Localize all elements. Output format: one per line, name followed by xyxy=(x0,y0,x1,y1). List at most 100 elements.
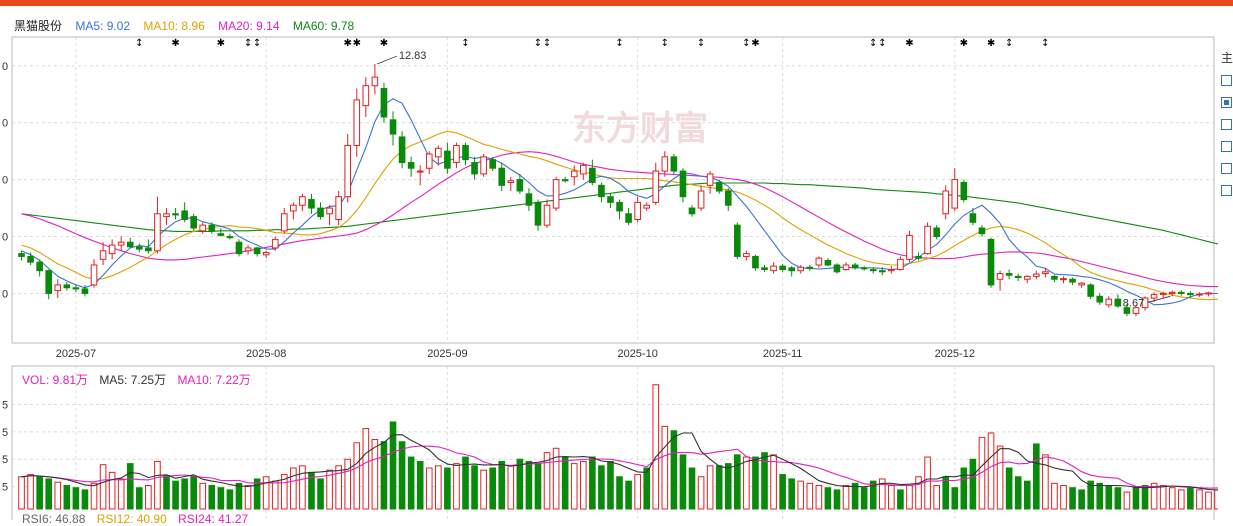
candle-body xyxy=(688,207,696,215)
candle-body xyxy=(190,216,197,229)
volume-bar xyxy=(63,485,71,510)
volume-bar xyxy=(489,467,496,510)
volume-bar xyxy=(561,456,569,510)
volume-bar xyxy=(81,489,89,510)
indicator-checkbox-5[interactable] xyxy=(1221,163,1232,174)
volume-bar xyxy=(299,465,306,510)
volume-bar xyxy=(1214,489,1218,510)
candle-body xyxy=(806,266,814,269)
kline-chart[interactable]: 0 0 0 0 0 5 5 5 5 2025-07 2025-08 2025-09 2025-10 202… xyxy=(0,0,1218,520)
candle-body xyxy=(978,227,986,235)
volume-bar xyxy=(752,456,759,510)
candle-body xyxy=(462,144,469,161)
indicator-checkbox-2[interactable] xyxy=(1221,97,1232,108)
candle-body xyxy=(199,224,207,232)
event-marker: ↕ xyxy=(244,38,252,49)
candle-body xyxy=(706,173,714,186)
volume-bar xyxy=(888,485,895,510)
volume-bar xyxy=(987,432,995,510)
candle-body xyxy=(435,147,442,158)
volume-bar xyxy=(172,480,179,510)
price-y-tick: 0 xyxy=(2,175,8,187)
indicator-checkbox-1[interactable] xyxy=(1221,75,1232,86)
candle-body xyxy=(607,196,614,203)
price-y-tick: 0 xyxy=(2,61,8,73)
volume-bar xyxy=(1105,485,1113,510)
volume-bar xyxy=(126,463,134,510)
volume-bar xyxy=(99,464,107,510)
volume-bar xyxy=(1060,485,1067,510)
candle-body xyxy=(525,193,533,206)
candle-body xyxy=(299,196,306,206)
volume-bar xyxy=(1141,485,1149,510)
volume-bar xyxy=(652,384,660,510)
watermark-text: 东方财富 xyxy=(572,109,708,149)
candle-body xyxy=(1196,293,1203,296)
volume-bar xyxy=(163,475,170,510)
candle-body xyxy=(90,264,98,286)
volume-bar xyxy=(851,482,859,510)
volume-bar xyxy=(453,463,460,510)
volume-bar xyxy=(634,474,641,510)
volume-bar xyxy=(36,476,43,510)
candle-body xyxy=(290,204,297,212)
candle-body xyxy=(770,265,777,272)
volume-bar xyxy=(1196,489,1203,510)
candle-body xyxy=(625,213,632,223)
price-y-tick: 0 xyxy=(2,232,8,244)
volume-bar xyxy=(806,482,814,510)
candle-body xyxy=(679,170,687,198)
x-month-label: 2025-08 xyxy=(246,348,286,360)
event-marker: ✱ xyxy=(960,38,968,49)
candle-body xyxy=(1177,291,1185,294)
volume-bar xyxy=(407,456,415,510)
volume-bar xyxy=(906,485,913,510)
candle-body xyxy=(117,241,125,246)
candle-body xyxy=(262,251,270,256)
candle-body xyxy=(888,269,895,272)
candle-body xyxy=(761,267,768,271)
indicator-checkbox-6[interactable] xyxy=(1221,185,1232,196)
candle-body xyxy=(860,267,868,270)
volume-bar xyxy=(706,465,714,510)
event-marker: ↕ xyxy=(253,38,261,49)
candle-body xyxy=(371,76,379,87)
candle-body xyxy=(36,261,43,272)
candle-body xyxy=(634,201,641,220)
candle-body xyxy=(833,264,841,273)
candle-body xyxy=(181,210,188,220)
volume-bar xyxy=(1033,443,1040,510)
candle-body xyxy=(1014,275,1022,279)
volume-bar xyxy=(1023,480,1031,510)
volume-bar xyxy=(226,489,234,510)
indicator-checkbox-3[interactable] xyxy=(1221,119,1232,130)
volume-bar xyxy=(362,428,370,510)
candle-body xyxy=(1023,275,1031,280)
high-pointer xyxy=(376,55,398,65)
candle-body xyxy=(1096,295,1104,303)
volume-bar xyxy=(1042,454,1049,510)
candle-body xyxy=(108,244,116,255)
candle-body xyxy=(226,236,234,239)
candle-body xyxy=(561,179,569,182)
candle-body xyxy=(380,88,388,118)
volume-bar xyxy=(145,485,152,510)
candle-body xyxy=(253,247,261,255)
candle-body xyxy=(235,241,243,255)
event-marker: ✱ xyxy=(380,38,388,49)
volume-bar xyxy=(217,487,225,510)
volume-bar xyxy=(969,458,977,510)
event-marker: ↕ xyxy=(1041,38,1049,49)
volume-bar xyxy=(616,476,623,510)
indicator-checkbox-4[interactable] xyxy=(1221,141,1232,152)
candle-body xyxy=(570,170,578,178)
candle-body xyxy=(715,181,723,192)
candle-body xyxy=(951,179,959,209)
candle-body xyxy=(63,284,71,289)
candle-body xyxy=(788,267,795,272)
volume-bar xyxy=(534,463,542,510)
high-label: 12.83 xyxy=(399,50,427,62)
candle-body xyxy=(869,269,877,272)
volume-bar xyxy=(679,454,687,510)
event-marker: ↕ xyxy=(543,38,551,49)
